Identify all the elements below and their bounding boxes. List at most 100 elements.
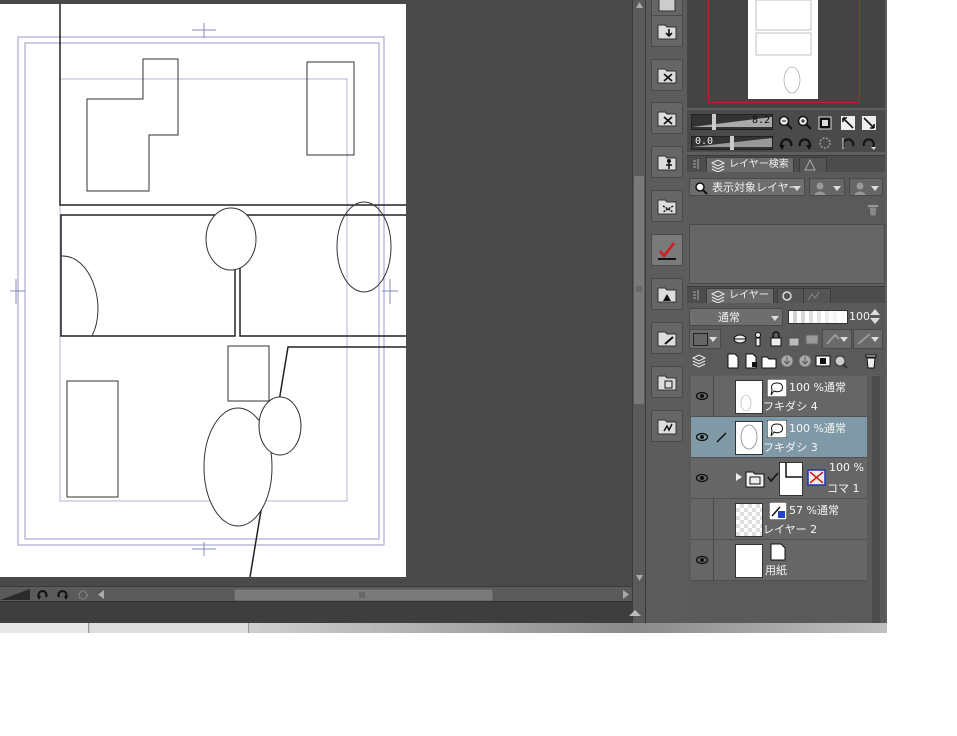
blend-mode-value: 通常: [718, 311, 740, 324]
merge-down-icon[interactable]: [797, 353, 813, 369]
layer-row-fukidashi-3[interactable]: 100 %通常 フキダシ 3: [691, 417, 867, 458]
layer-toolbar: 通常 100: [687, 303, 885, 375]
new-folder-icon[interactable]: [761, 353, 777, 369]
layer-stack-icon: [710, 290, 726, 303]
layer-thumbnail: [735, 421, 763, 455]
tab-other[interactable]: [799, 157, 827, 172]
layer-stack-toggle-icon[interactable]: [691, 353, 707, 369]
blend-mode-dropdown[interactable]: 通常: [689, 308, 783, 326]
draft-icon[interactable]: [804, 331, 820, 347]
manga-page-drawing: [10, 4, 406, 578]
tab-layer-search[interactable]: レイヤー検索: [706, 157, 794, 172]
layer-search-results: [689, 224, 885, 284]
check-icon[interactable]: [651, 234, 683, 266]
selection-icon[interactable]: [651, 190, 683, 222]
layer-row-koma-1[interactable]: 100 % コマ 1: [691, 458, 867, 499]
eye-icon[interactable]: [695, 471, 709, 485]
color-dropdown[interactable]: [689, 329, 721, 349]
redo-icon[interactable]: [797, 135, 813, 151]
lock-transparent-icon[interactable]: [786, 331, 802, 347]
flip-vertical-icon[interactable]: [861, 135, 877, 151]
layer-mask-icon[interactable]: [815, 353, 831, 369]
expand-arrow-icon[interactable]: [735, 472, 743, 482]
layer-thumbnail: [779, 462, 803, 496]
tab-history[interactable]: [803, 288, 831, 303]
trash-icon[interactable]: [865, 202, 881, 218]
filter-dropdown[interactable]: 表示対象レイヤー: [689, 178, 805, 196]
fit-width-icon[interactable]: [861, 115, 877, 131]
filter-dropdown-value: 表示対象レイヤー: [712, 181, 800, 194]
layer-row-fukidashi-4[interactable]: 100 %通常 フキダシ 4: [691, 376, 867, 417]
lock-icon[interactable]: [768, 331, 784, 347]
panel-menu-icon[interactable]: [691, 158, 703, 170]
rotate-reset-icon[interactable]: [76, 588, 90, 601]
folder-delete-2-icon[interactable]: [651, 102, 683, 134]
horizontal-scroll-thumb[interactable]: [234, 589, 493, 601]
layer-list-scrollbar[interactable]: [872, 376, 880, 623]
taskbar-item-2[interactable]: [90, 623, 249, 633]
horizontal-scrollbar[interactable]: [0, 586, 632, 602]
manga-page[interactable]: [0, 4, 406, 578]
scroll-down-arrow-icon[interactable]: [634, 573, 645, 583]
opacity-stepper-icon[interactable]: [869, 308, 881, 326]
delete-layer-icon[interactable]: [863, 353, 879, 369]
opacity-slider[interactable]: [788, 310, 848, 324]
mask-disabled-icon: [807, 469, 826, 486]
zoom-out-icon[interactable]: [778, 115, 794, 131]
vertical-scroll-thumb[interactable]: [634, 176, 644, 404]
raster-layer-icon: [769, 502, 787, 520]
mask-dropdown[interactable]: [822, 329, 852, 349]
zoom-slider[interactable]: 8.2: [691, 114, 773, 130]
search-remove-dropdown[interactable]: [849, 178, 883, 196]
apply-mask-icon[interactable]: [833, 353, 849, 369]
fit-screen-icon[interactable]: [840, 115, 856, 131]
pen-edit-icon: [716, 432, 727, 443]
navigator-controls: 8.2 0.0: [687, 110, 885, 152]
navigator-preview[interactable]: [687, 0, 885, 108]
vertical-scrollbar[interactable]: [629, 0, 646, 623]
image-icon[interactable]: [651, 278, 683, 310]
new-raster-layer-icon[interactable]: [725, 353, 741, 369]
effects-icon[interactable]: [651, 410, 683, 442]
reset-rotation-icon[interactable]: [817, 135, 833, 151]
eye-icon[interactable]: [695, 389, 709, 403]
taskbar-background: [250, 623, 887, 633]
layer-row-layer-2[interactable]: 57 %通常 レイヤー 2: [691, 499, 867, 540]
3d-icon[interactable]: [651, 366, 683, 398]
figure-icon[interactable]: [651, 146, 683, 178]
taskbar-item-1[interactable]: [0, 623, 89, 633]
undo-icon[interactable]: [778, 135, 794, 151]
tab-layer-search-label: レイヤー検索: [729, 159, 789, 170]
tab-layer-property[interactable]: [777, 288, 805, 303]
scroll-up-arrow-icon[interactable]: [634, 0, 645, 10]
transfer-down-icon[interactable]: [779, 353, 795, 369]
layer-name: コマ 1: [827, 482, 860, 495]
ruler-dropdown[interactable]: [853, 329, 883, 349]
rotate-left-icon[interactable]: [36, 588, 50, 601]
layer-row-paper[interactable]: 用紙: [691, 540, 867, 581]
clip-icon[interactable]: [732, 331, 748, 347]
canvas-area[interactable]: [0, 0, 632, 586]
rotate-right-icon[interactable]: [55, 588, 69, 601]
layer-opacity-mode: 100 %通常: [789, 422, 846, 435]
eye-icon[interactable]: [695, 553, 709, 567]
layer-opacity-mode: 100 %通常: [789, 381, 846, 394]
folder-delete-icon[interactable]: [651, 59, 683, 91]
scroll-right-arrow-icon[interactable]: [621, 589, 631, 600]
scroll-left-arrow-icon[interactable]: [96, 589, 106, 600]
search-user-dropdown[interactable]: [809, 178, 845, 196]
new-vector-layer-icon[interactable]: [743, 353, 759, 369]
panel-menu-icon-2[interactable]: [691, 289, 703, 301]
flip-horizontal-icon[interactable]: [840, 135, 856, 151]
property-icon: [782, 291, 792, 301]
paper-layer-icon: [770, 543, 786, 561]
zoom-in-icon[interactable]: [797, 115, 813, 131]
rotate-slider[interactable]: 0.0: [691, 136, 773, 150]
actual-size-icon[interactable]: [817, 115, 833, 131]
folder-import-icon[interactable]: [651, 15, 683, 47]
collapse-up-icon[interactable]: [625, 605, 645, 620]
eye-icon[interactable]: [695, 430, 709, 444]
edit-icon[interactable]: [651, 322, 683, 354]
reference-icon[interactable]: [750, 331, 766, 347]
tab-layer[interactable]: レイヤー: [706, 288, 774, 303]
